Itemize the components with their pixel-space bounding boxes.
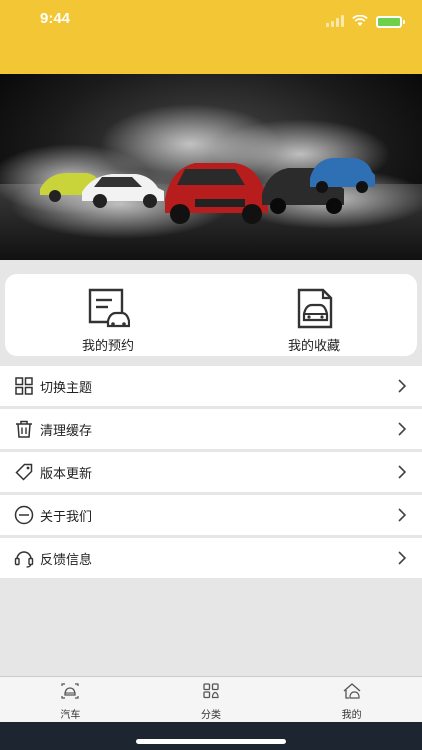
- car-banner-image: [0, 74, 422, 260]
- battery-icon: [376, 15, 405, 28]
- menu-item-clear-cache[interactable]: 清理缓存: [0, 409, 422, 449]
- menu-item-switch-theme[interactable]: 切换主题: [0, 366, 422, 406]
- tab-category[interactable]: 分类: [141, 677, 282, 722]
- settings-menu: 切换主题 清理缓存 版本更新 关于我们 反馈信息: [0, 366, 422, 581]
- chevron-right-icon: [396, 462, 408, 482]
- menu-item-label: 版本更新: [40, 466, 93, 482]
- menu-item-about-us[interactable]: 关于我们: [0, 495, 422, 535]
- status-time: 9:44: [40, 10, 71, 27]
- menu-item-label: 切换主题: [40, 380, 93, 396]
- reservation-car-icon: [86, 287, 131, 333]
- trash-icon: [14, 419, 34, 439]
- category-icon: [202, 683, 220, 703]
- tab-mine-label: 我的: [341, 710, 362, 721]
- chevron-right-icon: [396, 548, 408, 568]
- my-favorites-button[interactable]: 我的收藏: [211, 274, 417, 356]
- my-reservations-button[interactable]: 我的预约: [5, 274, 211, 356]
- status-bar: 9:44: [0, 0, 422, 74]
- minus-circle-icon: [14, 505, 34, 525]
- menu-item-version-update[interactable]: 版本更新: [0, 452, 422, 492]
- menu-item-label: 关于我们: [40, 509, 93, 525]
- grid-icon: [14, 376, 34, 396]
- menu-item-feedback[interactable]: 反馈信息: [0, 538, 422, 578]
- signal-icon: [326, 12, 344, 31]
- menu-item-label: 反馈信息: [40, 552, 93, 568]
- home-indicator-area: [0, 722, 422, 750]
- headset-icon: [14, 548, 34, 568]
- home-car-icon: [342, 683, 362, 703]
- my-favorites-label: 我的收藏: [287, 339, 340, 354]
- tab-car-label: 汽车: [60, 710, 81, 721]
- tab-car[interactable]: 汽车: [0, 677, 141, 722]
- quick-actions-card: 我的预约 我的收藏: [5, 274, 417, 356]
- my-reservations-label: 我的预约: [81, 339, 134, 354]
- tab-mine[interactable]: 我的: [281, 677, 422, 722]
- tab-category-label: 分类: [201, 710, 221, 721]
- chevron-right-icon: [396, 419, 408, 439]
- favorite-car-icon: [292, 287, 336, 333]
- car-icon: [60, 683, 80, 703]
- wifi-icon: [352, 12, 368, 31]
- chevron-right-icon: [396, 505, 408, 525]
- chevron-right-icon: [396, 376, 408, 396]
- home-indicator[interactable]: [136, 739, 286, 744]
- status-icons: [326, 12, 405, 31]
- tag-icon: [14, 462, 34, 482]
- bottom-tab-bar: 汽车 分类 我的: [0, 676, 422, 722]
- menu-item-label: 清理缓存: [40, 423, 93, 439]
